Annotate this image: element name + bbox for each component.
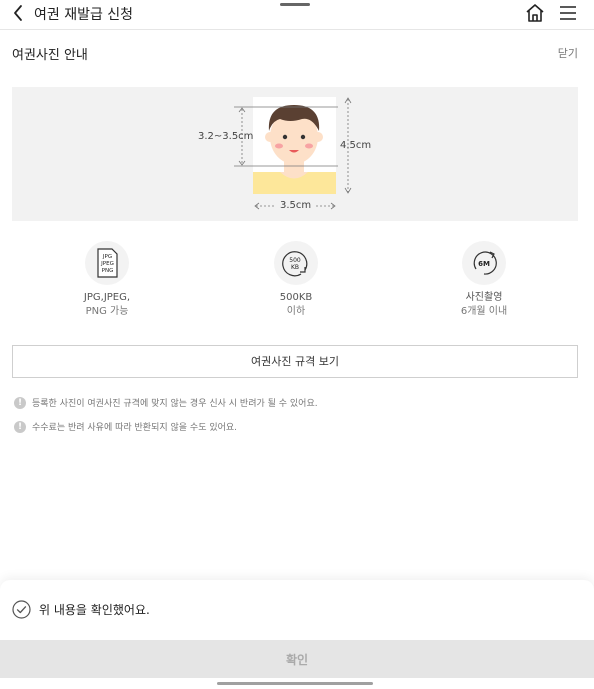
notice-text: 수수료는 반려 사유에 따라 반환되지 않을 수도 있어요. xyxy=(32,423,238,433)
check-circle-icon xyxy=(12,600,31,619)
icon-text-kb: KB xyxy=(291,264,299,271)
notice-text: 등록한 사진이 여권사진 규격에 맞지 않는 경우 신사 시 반려가 될 수 있… xyxy=(32,399,318,409)
spec-format-line2: PNG 가능 xyxy=(85,306,129,317)
guide-title: 여권사진 안내 xyxy=(12,48,88,63)
confirm-checkbox-label: 위 내용을 확인했어요. xyxy=(39,603,150,617)
icon-text-500: 500 xyxy=(289,257,301,264)
confirm-checkbox[interactable]: 위 내용을 확인했어요. xyxy=(12,600,150,619)
file-size-icon: 500 KB xyxy=(274,241,318,285)
face-height-label: 3.2~3.5cm xyxy=(198,131,254,142)
icon-text-6m: 6M xyxy=(478,260,490,268)
info-icon: ! xyxy=(14,420,26,433)
spec-file-format: JPG JPEG PNG JPG,JPEG, PNG 가능 xyxy=(42,241,172,319)
spec-date-line2: 6개월 이내 xyxy=(460,306,508,317)
photo-diagram: 3.2~3.5cm 4.5cm 3.5cm xyxy=(12,87,578,221)
collapse-button[interactable]: 닫기 xyxy=(558,45,578,61)
confirm-button[interactable]: 확인 xyxy=(0,640,594,678)
page-title: 여권 재발급 신청 xyxy=(34,7,134,23)
icon-text-png: PNG xyxy=(102,268,114,274)
spec-size-line2: 이하 xyxy=(286,306,306,317)
file-format-icon: JPG JPEG PNG xyxy=(85,241,129,285)
icon-text-jpg: JPG xyxy=(102,254,112,260)
spec-date-line1: 사진촬영 xyxy=(465,292,503,303)
bottom-sheet: 위 내용을 확인했어요. 확인 xyxy=(0,580,594,689)
spec-format-line1: JPG,JPEG, xyxy=(83,292,131,303)
photo-height-label: 4.5cm xyxy=(340,140,372,151)
hamburger-menu-icon[interactable] xyxy=(557,2,579,24)
spec-file-size: 500 KB 500KB 이하 xyxy=(231,241,361,319)
home-indicator xyxy=(217,682,373,685)
drag-handle[interactable] xyxy=(280,3,310,6)
home-icon[interactable] xyxy=(524,2,546,24)
spec-photo-date: 6M 사진촬영 6개월 이내 xyxy=(419,241,549,319)
spec-size-line1: 500KB xyxy=(279,292,313,303)
app-header: 여권 재발급 신청 xyxy=(0,0,594,30)
info-icon: ! xyxy=(14,396,26,409)
six-months-icon: 6M xyxy=(462,241,506,285)
notice-item: ! 등록한 사진이 여권사진 규격에 맞지 않는 경우 신사 시 반려가 될 수… xyxy=(14,396,318,409)
chevron-left-icon[interactable] xyxy=(8,2,30,24)
icon-text-jpeg: JPEG xyxy=(100,261,114,267)
photo-width-label: 3.5cm xyxy=(280,200,312,211)
notice-item: ! 수수료는 반려 사유에 따라 반환되지 않을 수도 있어요. xyxy=(14,420,237,433)
view-photo-rules-button[interactable]: 여권사진 규격 보기 xyxy=(12,345,578,378)
